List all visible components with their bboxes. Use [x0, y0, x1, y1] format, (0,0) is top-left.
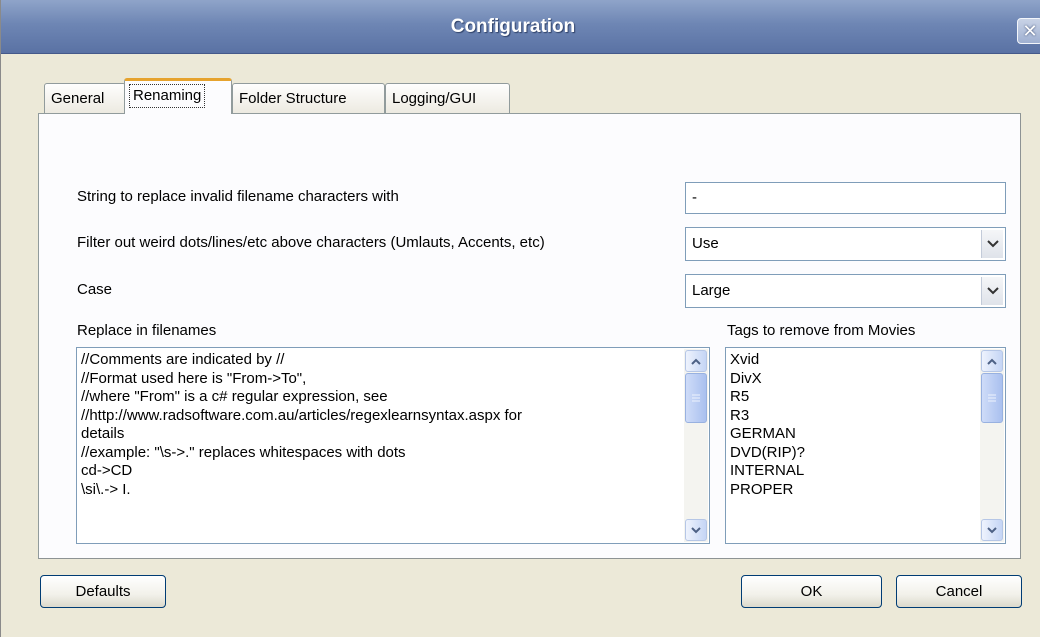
scroll-down-button[interactable]: [981, 519, 1003, 541]
cancel-button[interactable]: Cancel: [896, 575, 1022, 608]
chevron-up-icon: [691, 358, 701, 365]
chevron-up-icon: [987, 358, 997, 365]
close-button[interactable]: ✕: [1017, 18, 1040, 44]
scroll-down-button[interactable]: [685, 519, 707, 541]
replace-scrollbar[interactable]: [684, 349, 708, 542]
window-title: Configuration: [450, 16, 576, 37]
tab-folder-structure-label: Folder Structure: [239, 90, 347, 107]
tags-scrollbar[interactable]: [980, 349, 1004, 542]
replace-line: //Format used here is "From->To",: [81, 369, 307, 387]
replace-label: Replace in filenames: [77, 322, 217, 339]
replace-line: details: [81, 425, 125, 442]
chevron-down-icon[interactable]: [981, 277, 1003, 305]
case-select[interactable]: Large: [685, 274, 1006, 308]
close-icon: ✕: [1022, 20, 1038, 41]
title-bar[interactable]: Configuration ✕: [1, 0, 1040, 54]
tab-folder-structure[interactable]: Folder Structure: [232, 83, 385, 114]
replace-line: //where "From" is a c# regular expressio…: [81, 388, 388, 405]
scroll-up-button[interactable]: [685, 350, 707, 372]
replace-line: //example: "\s->." replaces whitespaces …: [81, 443, 406, 461]
chevron-down-icon: [691, 526, 701, 533]
chevron-down-icon: [987, 526, 997, 533]
replace-textarea[interactable]: //Comments are indicated by // //Format …: [76, 347, 710, 544]
replace-line: //Comments are indicated by //: [81, 351, 285, 368]
ok-button[interactable]: OK: [741, 575, 882, 608]
tag-item: DVD(RIP)?: [730, 443, 806, 461]
tab-logging-gui-label: Logging/GUI: [392, 90, 477, 107]
invalid-chars-input[interactable]: -: [685, 182, 1006, 214]
chevron-down-icon[interactable]: [981, 230, 1003, 258]
tag-item: PROPER: [730, 480, 794, 498]
tags-textarea[interactable]: Xvid DivX R5 R3 GERMAN DVD(RIP)? INTERNA…: [725, 347, 1006, 544]
tab-general[interactable]: General: [44, 83, 126, 114]
case-select-value: Large: [692, 282, 731, 299]
scroll-thumb[interactable]: [981, 373, 1003, 423]
replace-line: cd->CD: [81, 462, 133, 479]
tags-label: Tags to remove from Movies: [727, 322, 916, 339]
tag-item: INTERNAL: [730, 462, 805, 479]
defaults-button[interactable]: Defaults: [40, 575, 166, 608]
case-label: Case: [77, 281, 113, 298]
replace-line: \si\.-> I.: [81, 480, 131, 498]
tag-item: R3: [730, 406, 750, 424]
tag-item: DivX: [730, 369, 762, 387]
tab-logging-gui[interactable]: Logging/GUI: [385, 83, 510, 114]
tag-item: Xvid: [730, 351, 760, 368]
configuration-dialog: Configuration ✕ General Renaming Folder …: [0, 0, 1040, 637]
filter-select[interactable]: Use: [685, 227, 1006, 261]
scroll-thumb[interactable]: [685, 373, 707, 423]
tag-item: GERMAN: [730, 425, 796, 442]
replace-line: //http://www.radsoftware.com.au/articles…: [81, 406, 523, 424]
tag-item: R5: [730, 388, 750, 405]
scroll-up-button[interactable]: [981, 350, 1003, 372]
grip-icon: [692, 394, 700, 402]
tab-general-label: General: [51, 90, 105, 107]
renaming-tab-panel: String to replace invalid filename chara…: [38, 113, 1021, 559]
tab-renaming[interactable]: Renaming: [124, 78, 232, 114]
filter-label: Filter out weird dots/lines/etc above ch…: [77, 234, 545, 251]
grip-icon: [988, 394, 996, 402]
filter-select-value: Use: [692, 235, 719, 252]
tab-renaming-label: Renaming: [129, 84, 206, 108]
invalid-chars-label: String to replace invalid filename chara…: [77, 188, 399, 205]
